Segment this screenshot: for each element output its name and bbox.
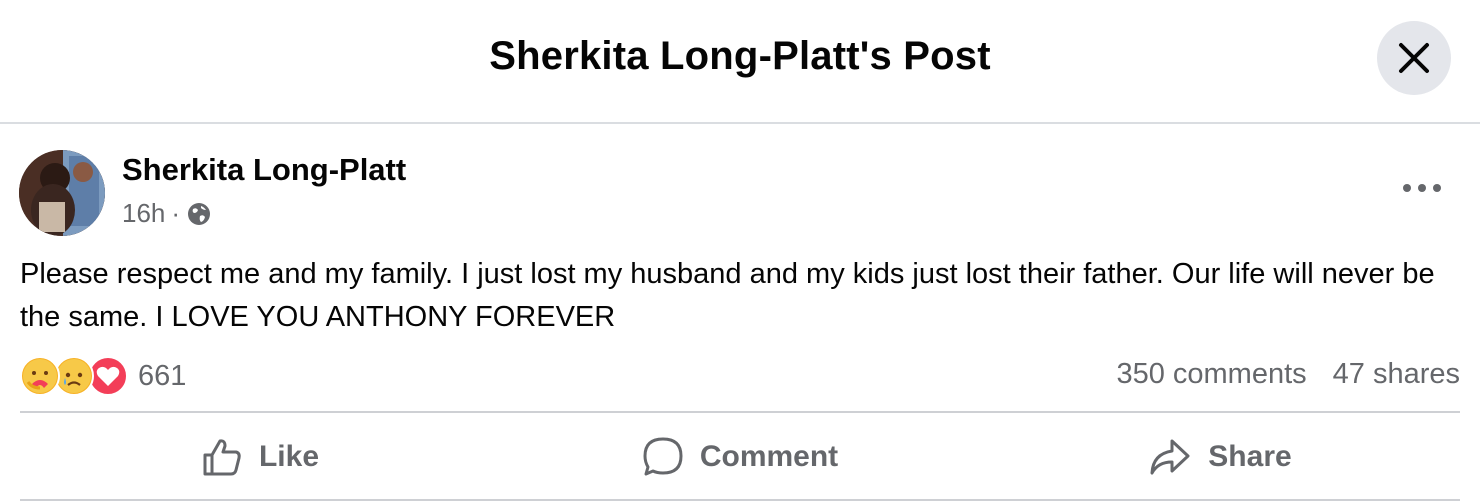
modal-title: Sherkita Long-Platt's Post	[489, 34, 991, 78]
share-button[interactable]: Share	[980, 415, 1460, 499]
love-reaction-icon	[88, 356, 128, 396]
sad-reaction-icon	[54, 356, 94, 396]
action-bar: Like Comment Share	[20, 415, 1460, 499]
comment-label: Comment	[699, 440, 839, 473]
meta-separator: ·	[171, 198, 181, 228]
author-name[interactable]: Sherkita Long-Platt	[122, 152, 406, 188]
comment-icon	[643, 437, 683, 476]
comments-count[interactable]: 350 comments	[1116, 358, 1306, 391]
close-icon	[1399, 43, 1429, 73]
post-time[interactable]: 16h	[122, 198, 165, 229]
reaction-count: 661	[138, 359, 187, 392]
divider	[20, 411, 1460, 413]
share-label: Share	[1208, 440, 1292, 473]
globe-icon	[188, 202, 211, 225]
like-label: Like	[258, 440, 320, 473]
care-reaction-icon	[20, 356, 60, 396]
close-button[interactable]	[1377, 21, 1451, 95]
modal-header: Sherkita Long-Platt's Post	[0, 0, 1480, 124]
like-button[interactable]: Like	[20, 415, 500, 499]
engagement-counts: 350 comments 47 shares	[1116, 358, 1460, 391]
reactions-summary[interactable]: 661	[20, 356, 186, 396]
more-icon	[1403, 184, 1441, 192]
share-icon	[1150, 439, 1190, 475]
thumbs-up-icon	[203, 439, 241, 476]
avatar[interactable]	[19, 150, 105, 236]
post-text: Please respect me and my family. I just …	[20, 258, 1435, 333]
post-meta: 16h ·	[122, 198, 212, 229]
avatar-photo	[19, 150, 105, 236]
shares-count[interactable]: 47 shares	[1333, 358, 1460, 391]
more-options-button[interactable]	[1396, 170, 1448, 206]
comment-button[interactable]: Comment	[500, 415, 980, 499]
